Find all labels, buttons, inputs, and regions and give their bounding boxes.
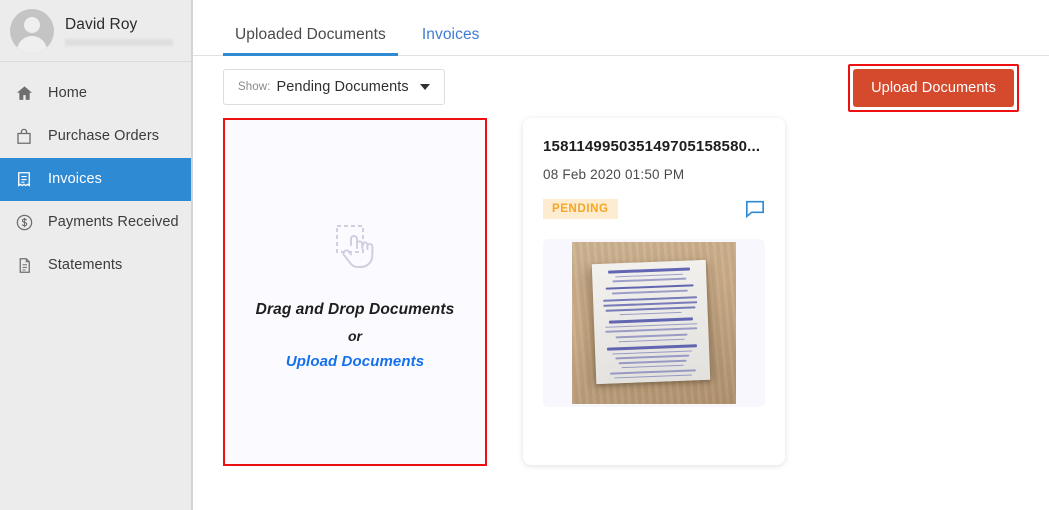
show-filter-value: Pending Documents xyxy=(276,79,409,95)
document-card[interactable]: 158114995035149705158580... 08 Feb 2020 … xyxy=(523,118,785,465)
chat-bubble-icon[interactable] xyxy=(745,200,765,219)
document-meta: PENDING xyxy=(543,199,765,219)
sidebar-item-purchase-orders[interactable]: Purchase Orders xyxy=(0,115,192,158)
drag-drop-hand-icon xyxy=(323,215,387,279)
sidebar-item-label: Purchase Orders xyxy=(48,128,160,145)
document-icon xyxy=(13,255,35,277)
main-content: Uploaded Documents Invoices Show: Pendin… xyxy=(193,0,1049,510)
upload-button-highlight: Upload Documents xyxy=(848,64,1019,112)
sidebar-item-label: Home xyxy=(48,85,88,102)
home-icon xyxy=(13,83,35,105)
receipt-photo xyxy=(572,242,736,404)
show-filter-label: Show: xyxy=(238,81,271,93)
tab-uploaded-documents[interactable]: Uploaded Documents xyxy=(223,26,398,56)
drag-drop-zone[interactable]: Drag and Drop Documents or Upload Docume… xyxy=(225,120,485,464)
profile-name: David Roy xyxy=(65,15,138,33)
dropzone-highlight: Drag and Drop Documents or Upload Docume… xyxy=(223,118,487,466)
profile-subtitle-redacted xyxy=(65,38,173,46)
chevron-down-icon xyxy=(419,84,430,90)
app-window: David Roy Home Purchase Orders Invoices … xyxy=(0,0,1049,510)
sidebar-divider xyxy=(191,0,192,510)
sidebar: David Roy Home Purchase Orders Invoices … xyxy=(0,0,193,510)
status-badge: PENDING xyxy=(543,199,618,219)
sidebar-item-label: Invoices xyxy=(48,171,102,188)
document-date: 08 Feb 2020 01:50 PM xyxy=(543,167,685,182)
tab-invoices[interactable]: Invoices xyxy=(410,26,492,56)
toolbar: Show: Pending Documents Upload Documents xyxy=(193,56,1049,118)
receipt-icon xyxy=(13,169,35,191)
sidebar-item-home[interactable]: Home xyxy=(0,72,192,115)
receipt-paper xyxy=(591,259,711,385)
document-thumbnail[interactable] xyxy=(543,239,765,407)
shopping-bag-icon xyxy=(13,126,35,148)
documents-grid: Drag and Drop Documents or Upload Docume… xyxy=(193,118,1049,466)
dollar-circle-icon xyxy=(13,212,35,234)
document-title: 158114995035149705158580... xyxy=(543,138,761,155)
profile-header[interactable]: David Roy xyxy=(0,0,192,62)
sidebar-nav: Home Purchase Orders Invoices Payments R… xyxy=(0,62,192,287)
sidebar-item-invoices[interactable]: Invoices xyxy=(0,158,192,201)
dropzone-title: Drag and Drop Documents xyxy=(255,300,455,318)
sidebar-item-payments-received[interactable]: Payments Received xyxy=(0,201,192,244)
upload-documents-button[interactable]: Upload Documents xyxy=(853,69,1014,107)
tab-bar: Uploaded Documents Invoices xyxy=(193,0,1049,56)
avatar xyxy=(10,8,54,53)
show-filter-dropdown[interactable]: Show: Pending Documents xyxy=(223,69,445,105)
sidebar-item-statements[interactable]: Statements xyxy=(0,244,192,287)
sidebar-item-label: Payments Received xyxy=(48,214,179,231)
dropzone-upload-link[interactable]: Upload Documents xyxy=(286,353,424,370)
sidebar-item-label: Statements xyxy=(48,257,123,274)
dropzone-or: or xyxy=(348,327,362,344)
